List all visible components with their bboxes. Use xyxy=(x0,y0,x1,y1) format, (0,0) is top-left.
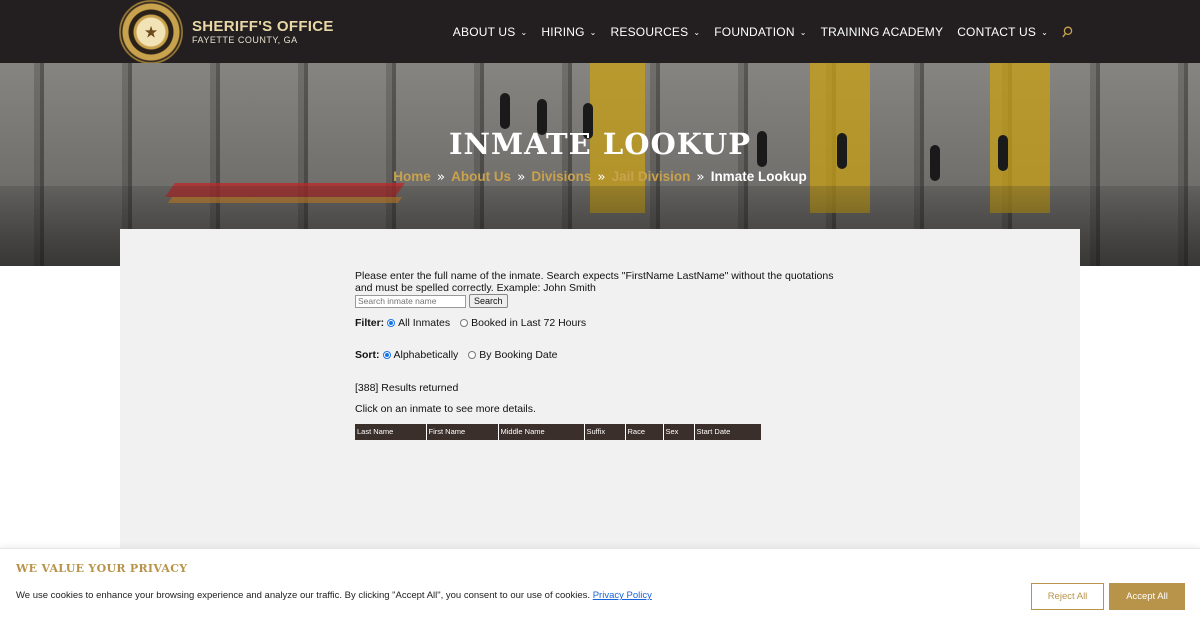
sort-option-label: By Booking Date xyxy=(479,349,558,361)
radio-unselected-icon[interactable] xyxy=(460,319,469,327)
nav-item-label: TRAINING ACADEMY xyxy=(820,24,944,39)
nav-item-about-us[interactable]: ABOUT US ⌄ xyxy=(453,25,528,39)
accept-all-button[interactable]: Accept All xyxy=(1109,583,1185,610)
chevron-down-icon: ⌄ xyxy=(520,28,528,37)
nav-item-label: CONTACT US xyxy=(957,24,1037,39)
search-button[interactable]: Search xyxy=(469,294,508,308)
cookie-text: We use cookies to enhance your browsing … xyxy=(16,590,591,601)
breadcrumb: Home » About Us » Divisions » Jail Division » In… xyxy=(0,169,1200,185)
page-title: INMATE LOOKUP xyxy=(448,127,752,161)
column-last-name[interactable]: Last Name xyxy=(355,424,426,440)
nav-item-resources[interactable]: RESOURCES ⌄ xyxy=(611,25,701,39)
sort-alphabetically[interactable]: Alphabetically xyxy=(382,349,459,361)
cookie-title: WE VALUE YOUR PRIVACY xyxy=(16,562,188,575)
chevron-down-icon: ⌄ xyxy=(799,28,807,37)
brand-title: SHERIFF'S OFFICE xyxy=(192,18,334,35)
nav-item-label: FOUNDATION xyxy=(714,24,795,39)
lookup-instructions: Please enter the full name of the inmate… xyxy=(355,270,834,294)
sort-label: Sort: xyxy=(355,349,380,361)
radio-selected-icon[interactable] xyxy=(387,319,396,327)
nav-item-label: ABOUT US xyxy=(452,24,516,39)
results-count: [388] Results returned xyxy=(355,382,459,394)
main-nav: ABOUT US ⌄ HIRING ⌄ RESOURCES ⌄ FOUNDATI… xyxy=(453,0,1073,63)
radio-unselected-icon[interactable] xyxy=(468,351,477,359)
filter-option-label: All Inmates xyxy=(398,317,451,329)
site-logo[interactable]: ★ SHERIFF'S OFFICE FAYETTE COUNTY, GA xyxy=(119,0,334,64)
cookie-consent-banner: WE VALUE YOUR PRIVACY We use cookies to … xyxy=(0,548,1200,620)
brand-text: SHERIFF'S OFFICE FAYETTE COUNTY, GA xyxy=(192,18,334,45)
breadcrumb-current: Inmate Lookup xyxy=(710,169,807,184)
nav-item-hiring[interactable]: HIRING ⌄ xyxy=(541,25,596,39)
nav-item-training-academy[interactable]: TRAINING ACADEMY xyxy=(821,25,944,39)
column-sex[interactable]: Sex xyxy=(662,424,694,440)
sheriff-seal-icon: ★ xyxy=(119,0,183,64)
inmate-search-input[interactable] xyxy=(355,294,466,308)
brand-subtitle: FAYETTE COUNTY, GA xyxy=(192,35,298,45)
table-header-row: Last Name First Name Middle Name Suffix … xyxy=(355,424,761,440)
privacy-policy-link[interactable]: Privacy Policy xyxy=(593,590,652,601)
chevron-down-icon: ⌄ xyxy=(693,28,701,37)
breadcrumb-separator: » xyxy=(517,169,526,185)
sort-option-label: Alphabetically xyxy=(393,349,459,361)
sort-by-booking-date[interactable]: By Booking Date xyxy=(468,349,558,361)
filter-label: Filter: xyxy=(355,317,385,329)
chevron-down-icon: ⌄ xyxy=(1041,28,1048,37)
hero-phone xyxy=(500,93,510,129)
nav-item-contact-us[interactable]: CONTACT US ⌄ xyxy=(957,25,1048,39)
sort-row: Sort: Alphabetically By Booking Date xyxy=(355,349,835,361)
filter-all-inmates[interactable]: All Inmates xyxy=(387,317,450,329)
filter-row: Filter: All Inmates Booked in Last 72 Ho… xyxy=(355,317,835,329)
filter-booked-72h[interactable]: Booked in Last 72 Hours xyxy=(460,317,586,329)
breadcrumb-home[interactable]: Home xyxy=(393,169,431,184)
site-header: ★ SHERIFF'S OFFICE FAYETTE COUNTY, GA AB… xyxy=(0,0,1200,64)
inmate-results-table: Last Name First Name Middle Name Suffix … xyxy=(355,424,761,440)
nav-item-foundation[interactable]: FOUNDATION ⌄ xyxy=(714,25,806,39)
breadcrumb-jail-division[interactable]: Jail Division xyxy=(612,169,691,184)
chevron-down-icon: ⌄ xyxy=(589,28,597,37)
search-icon[interactable] xyxy=(1062,26,1073,38)
reject-all-button[interactable]: Reject All xyxy=(1031,583,1104,610)
breadcrumb-separator: » xyxy=(436,169,446,185)
column-first-name[interactable]: First Name xyxy=(425,424,498,440)
column-start-date[interactable]: Start Date xyxy=(693,424,761,440)
inmate-lookup-panel: Please enter the full name of the inmate… xyxy=(355,270,835,440)
breadcrumb-separator: » xyxy=(597,169,606,185)
details-hint: Click on an inmate to see more details. xyxy=(355,403,536,415)
search-row: Search xyxy=(355,294,835,308)
column-race[interactable]: Race xyxy=(624,424,663,440)
column-middle-name[interactable]: Middle Name xyxy=(497,424,584,440)
nav-item-label: RESOURCES xyxy=(610,24,689,39)
radio-selected-icon[interactable] xyxy=(382,351,391,359)
cookie-message: We use cookies to enhance your browsing … xyxy=(16,590,652,601)
column-suffix[interactable]: Suffix xyxy=(583,424,625,440)
filter-option-label: Booked in Last 72 Hours xyxy=(471,317,587,329)
nav-item-label: HIRING xyxy=(541,24,585,39)
breadcrumb-divisions[interactable]: Divisions xyxy=(531,169,591,184)
breadcrumb-about-us[interactable]: About Us xyxy=(451,169,511,184)
breadcrumb-separator: » xyxy=(696,169,705,185)
